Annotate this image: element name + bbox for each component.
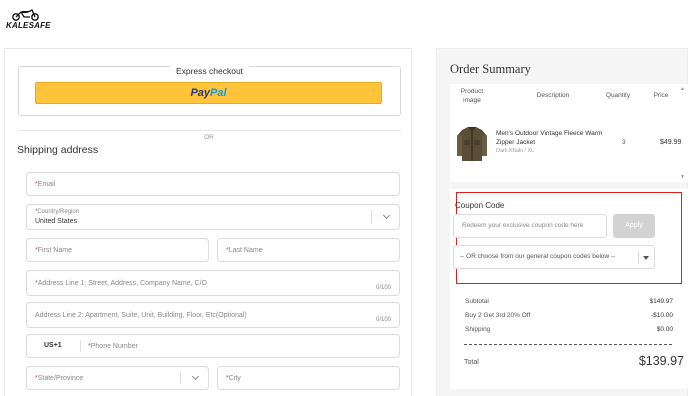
paypal-button[interactable]: PayPal — [35, 82, 382, 104]
country-select[interactable]: *Country/Region United States — [26, 204, 400, 230]
col-product-image: Product image — [460, 88, 484, 104]
discount-label: Buy 2 Get 3rd 20% Off — [465, 312, 531, 319]
col-quantity: Quantity — [605, 92, 631, 99]
col-description: Description — [536, 92, 570, 99]
discount-value: -$10.00 — [650, 312, 673, 319]
order-items-table: Product image Description Quantity Price… — [450, 84, 688, 182]
phone-placeholder: Phone Number — [90, 343, 138, 350]
paypal-logo-pal: Pal — [210, 87, 227, 99]
city-placeholder: City — [228, 375, 241, 382]
shipping-address-title: Shipping address — [17, 144, 99, 156]
brand-logo[interactable]: KALESAFE — [6, 9, 51, 31]
scroll-up-icon[interactable]: ▲ — [680, 86, 685, 92]
country-label: Country/Region — [37, 209, 80, 215]
brand-name: KALESAFE — [6, 21, 51, 30]
or-divider-text: OR — [199, 134, 219, 141]
subtotal-label: Subtotal — [465, 298, 489, 305]
state-placeholder: State/Province — [37, 375, 84, 382]
product-quantity: 3 — [622, 139, 626, 146]
country-value: United States — [35, 218, 78, 225]
chevron-down-icon — [191, 372, 200, 381]
shipping-value: $0.00 — [656, 326, 673, 333]
paypal-logo-pay: Pay — [190, 87, 211, 99]
first-name-field[interactable]: *First Name — [26, 238, 209, 262]
motorcycle-icon — [12, 9, 39, 21]
product-variant: Dark Khaki / XL — [496, 148, 535, 154]
chevron-down-icon — [382, 211, 391, 220]
checkout-form-panel: Express checkout PayPal OR Shipping addr… — [4, 48, 412, 396]
city-field[interactable]: *City — [217, 366, 400, 390]
shipping-label: Shipping — [465, 326, 491, 333]
email-placeholder: Email — [37, 181, 56, 188]
shipping-row: Shipping $0.00 — [465, 326, 673, 333]
total-value: $139.97 — [638, 354, 684, 368]
discount-row: Buy 2 Get 3rd 20% Off -$10.00 — [465, 312, 673, 319]
col-price: Price — [653, 92, 669, 99]
express-checkout-box: Express checkout PayPal — [18, 66, 401, 116]
caret-down-icon — [643, 256, 649, 260]
last-name-placeholder: Last Name — [228, 247, 263, 254]
express-checkout-title: Express checkout — [169, 66, 250, 76]
coupon-select[interactable]: -- OR choose from our general coupon cod… — [453, 245, 655, 269]
product-image — [454, 123, 490, 163]
scroll-down-icon[interactable]: ▼ — [680, 174, 685, 180]
first-name-placeholder: First Name — [37, 247, 72, 254]
address-line-2-counter: 0/100 — [375, 317, 391, 323]
address-line-1-placeholder: Address Line 1: Street, Address, Company… — [37, 280, 207, 287]
product-name[interactable]: Men's Outdoor Vintage Fleece Warm Zipper… — [496, 129, 604, 147]
product-price: $49.99 — [660, 139, 682, 146]
phone-country-code[interactable]: US+1 — [44, 342, 62, 349]
subtotal-value: $149.97 — [649, 298, 674, 305]
totals-divider — [464, 344, 672, 345]
phone-field[interactable]: US+1 *Phone Number — [26, 334, 400, 358]
order-summary-title: Order Summary — [450, 62, 531, 76]
email-field[interactable]: *Email — [26, 172, 400, 196]
address-line-2-field[interactable]: Address Line 2: Apartment, Suite, Unit, … — [26, 302, 400, 328]
coupon-code-input[interactable]: Redeem your exclusive coupon code here — [453, 214, 607, 238]
address-line-1-field[interactable]: *Address Line 1: Street, Address, Compan… — [26, 270, 400, 296]
total-label: Total — [464, 359, 479, 366]
address-line-2-placeholder: Address Line 2: Apartment, Suite, Unit, … — [35, 312, 247, 319]
last-name-field[interactable]: *Last Name — [217, 238, 400, 262]
apply-coupon-button[interactable]: Apply — [613, 214, 655, 238]
state-select[interactable]: *State/Province — [26, 366, 209, 390]
coupon-select-value: -- OR choose from our general coupon cod… — [460, 253, 616, 260]
subtotal-row: Subtotal $149.97 — [465, 298, 673, 305]
coupon-code-title: Coupon Code — [455, 201, 505, 210]
address-line-1-counter: 0/100 — [375, 285, 391, 291]
